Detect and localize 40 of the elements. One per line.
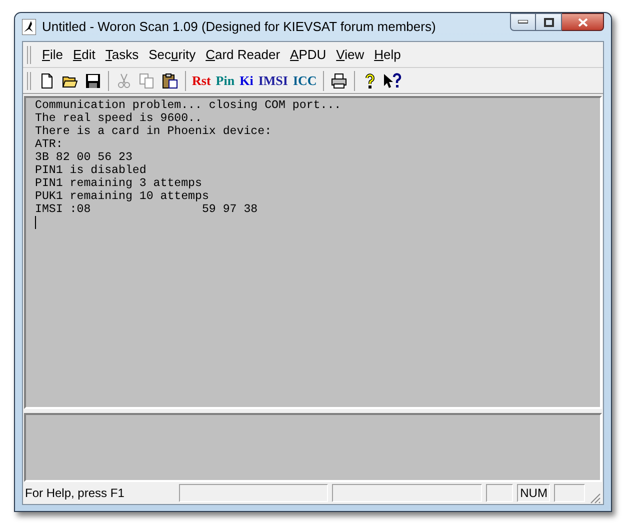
toolbar-button[interactable]: Rst: [191, 70, 212, 90]
close-icon: [578, 18, 588, 26]
minimize-icon: [518, 20, 528, 24]
menu-item[interactable]: View: [331, 44, 370, 64]
console-line: PIN1 is disabled: [35, 164, 146, 177]
toolbar-button[interactable]: IMSI: [257, 70, 289, 90]
menu-item[interactable]: Edit: [68, 44, 100, 64]
status-pane: [486, 484, 514, 502]
status-message: For Help, press F1: [25, 485, 126, 502]
menu-item[interactable]: Help: [369, 44, 406, 64]
menu-item[interactable]: APDU: [285, 44, 332, 64]
status-pane: [554, 484, 586, 502]
close-button[interactable]: [562, 13, 604, 31]
menu-item[interactable]: File: [37, 44, 68, 64]
console-line: 3B 82 00 56 23: [35, 151, 132, 164]
new-document-icon[interactable]: [39, 72, 55, 88]
toolbar-button[interactable]: Pin: [214, 70, 236, 90]
text-cursor: [35, 216, 36, 229]
bird-icon: [22, 19, 36, 35]
status-indicator: NUM: [517, 484, 550, 502]
toolbar-button[interactable]: ICC: [292, 70, 318, 90]
window-title: Untitled - Woron Scan 1.09 (Designed for KIEVSAT forum members): [42, 18, 436, 36]
console-line: There is a card in Phoenix device:: [35, 125, 272, 138]
printer-icon[interactable]: [330, 72, 347, 88]
console-line: The real speed is 9600..: [35, 112, 202, 125]
menu-item[interactable]: Security: [144, 44, 201, 64]
menu-item[interactable]: Tasks: [100, 44, 144, 64]
maximize-button[interactable]: [536, 13, 562, 31]
resize-grip-icon: [589, 492, 601, 504]
restore-icon: [544, 18, 554, 26]
console-line: PIN1 remaining 3 attemps: [35, 177, 202, 190]
console-line: IMSI :08 59 97 38: [35, 203, 258, 216]
console-line: PUK1 remaining 10 attemps: [35, 190, 209, 203]
clipboard-icon[interactable]: [162, 72, 178, 88]
menu-item[interactable]: Card Reader: [200, 44, 286, 64]
pointer-question-icon[interactable]: [382, 72, 403, 88]
toolbar-button[interactable]: Ki: [238, 70, 254, 90]
minimize-button[interactable]: [510, 13, 536, 31]
console-line: Communication problem... closing COM port...: [35, 99, 342, 112]
console-line: ATR:: [35, 138, 63, 151]
